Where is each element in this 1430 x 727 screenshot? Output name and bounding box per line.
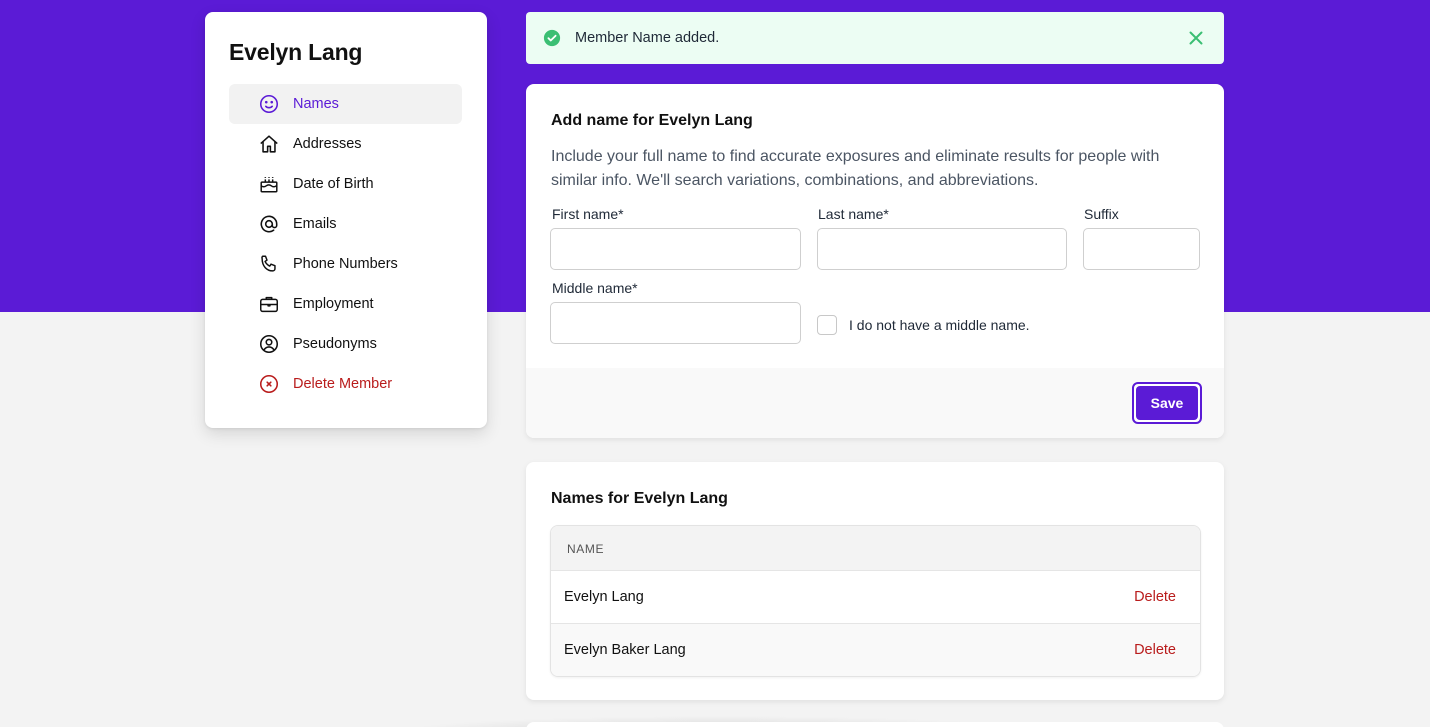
form-title: Add name for Evelyn Lang bbox=[551, 112, 753, 129]
suffix-input[interactable] bbox=[1083, 228, 1200, 270]
sidebar-item-phone-numbers[interactable]: Phone Numbers bbox=[229, 244, 462, 284]
row-name: Evelyn Baker Lang bbox=[564, 642, 686, 658]
delete-name-link[interactable]: Delete bbox=[1134, 642, 1176, 658]
phone-icon bbox=[258, 253, 280, 275]
suffix-label: Suffix bbox=[1084, 206, 1119, 222]
middle-name-input[interactable] bbox=[550, 302, 801, 344]
sidebar-item-date-of-birth[interactable]: Date of Birth bbox=[229, 164, 462, 204]
sidebar-item-addresses[interactable]: Addresses bbox=[229, 124, 462, 164]
form-description: Include your full name to find accurate … bbox=[551, 148, 1160, 189]
sidebar-nav: Names Addresses Date of Birth Emails Pho… bbox=[229, 84, 462, 404]
save-button[interactable]: Save bbox=[1132, 382, 1202, 424]
success-toast: Member Name added. bbox=[526, 12, 1224, 64]
sidebar-item-label: Delete Member bbox=[293, 376, 393, 392]
table-row: Evelyn Lang Delete bbox=[551, 571, 1200, 624]
smile-icon bbox=[258, 93, 280, 115]
user-circle-icon bbox=[258, 333, 280, 355]
sidebar-item-label: Addresses bbox=[293, 136, 362, 152]
check-circle-icon bbox=[543, 29, 561, 47]
save-button-label: Save bbox=[1136, 386, 1198, 420]
x-circle-icon bbox=[258, 373, 280, 395]
close-icon[interactable] bbox=[1187, 29, 1205, 47]
briefcase-icon bbox=[258, 293, 280, 315]
names-list-card: Names for Evelyn Lang NAME Evelyn Lang D… bbox=[526, 462, 1224, 700]
sidebar-item-employment[interactable]: Employment bbox=[229, 284, 462, 324]
no-middle-name-label: I do not have a middle name. bbox=[849, 317, 1030, 333]
names-table: NAME Evelyn Lang Delete Evelyn Baker Lan… bbox=[550, 525, 1201, 677]
home-icon bbox=[258, 133, 280, 155]
table-row: Evelyn Baker Lang Delete bbox=[551, 624, 1200, 676]
sidebar-item-pseudonyms[interactable]: Pseudonyms bbox=[229, 324, 462, 364]
sidebar-item-label: Names bbox=[293, 96, 339, 112]
sidebar-item-emails[interactable]: Emails bbox=[229, 204, 462, 244]
member-name-title: Evelyn Lang bbox=[229, 39, 363, 65]
first-name-input[interactable] bbox=[550, 228, 801, 270]
add-name-form-card: Add name for Evelyn Lang Include your fu… bbox=[526, 84, 1224, 438]
last-name-label: Last name* bbox=[818, 206, 889, 222]
no-middle-name-checkbox[interactable] bbox=[817, 315, 837, 335]
sidebar-item-label: Date of Birth bbox=[293, 176, 374, 192]
member-sidebar: Evelyn Lang Names Addresses Date of Birt… bbox=[205, 12, 487, 428]
sidebar-item-label: Emails bbox=[293, 216, 337, 232]
names-list-title: Names for Evelyn Lang bbox=[551, 490, 728, 507]
at-icon bbox=[258, 213, 280, 235]
sidebar-item-label: Pseudonyms bbox=[293, 336, 377, 352]
sidebar-item-delete-member[interactable]: Delete Member bbox=[229, 364, 462, 404]
first-name-label: First name* bbox=[552, 206, 624, 222]
next-card-edge bbox=[526, 722, 1224, 727]
middle-name-label: Middle name* bbox=[552, 280, 638, 296]
row-name: Evelyn Lang bbox=[564, 589, 644, 605]
delete-name-link[interactable]: Delete bbox=[1134, 589, 1176, 605]
last-name-input[interactable] bbox=[817, 228, 1067, 270]
sidebar-item-names[interactable]: Names bbox=[229, 84, 462, 124]
table-header: NAME bbox=[551, 526, 1200, 571]
form-footer: Save bbox=[526, 368, 1224, 438]
name-column-header: NAME bbox=[567, 542, 605, 556]
sidebar-item-label: Employment bbox=[293, 296, 374, 312]
toast-message: Member Name added. bbox=[575, 30, 720, 46]
cake-icon bbox=[258, 173, 280, 195]
sidebar-item-label: Phone Numbers bbox=[293, 256, 398, 272]
